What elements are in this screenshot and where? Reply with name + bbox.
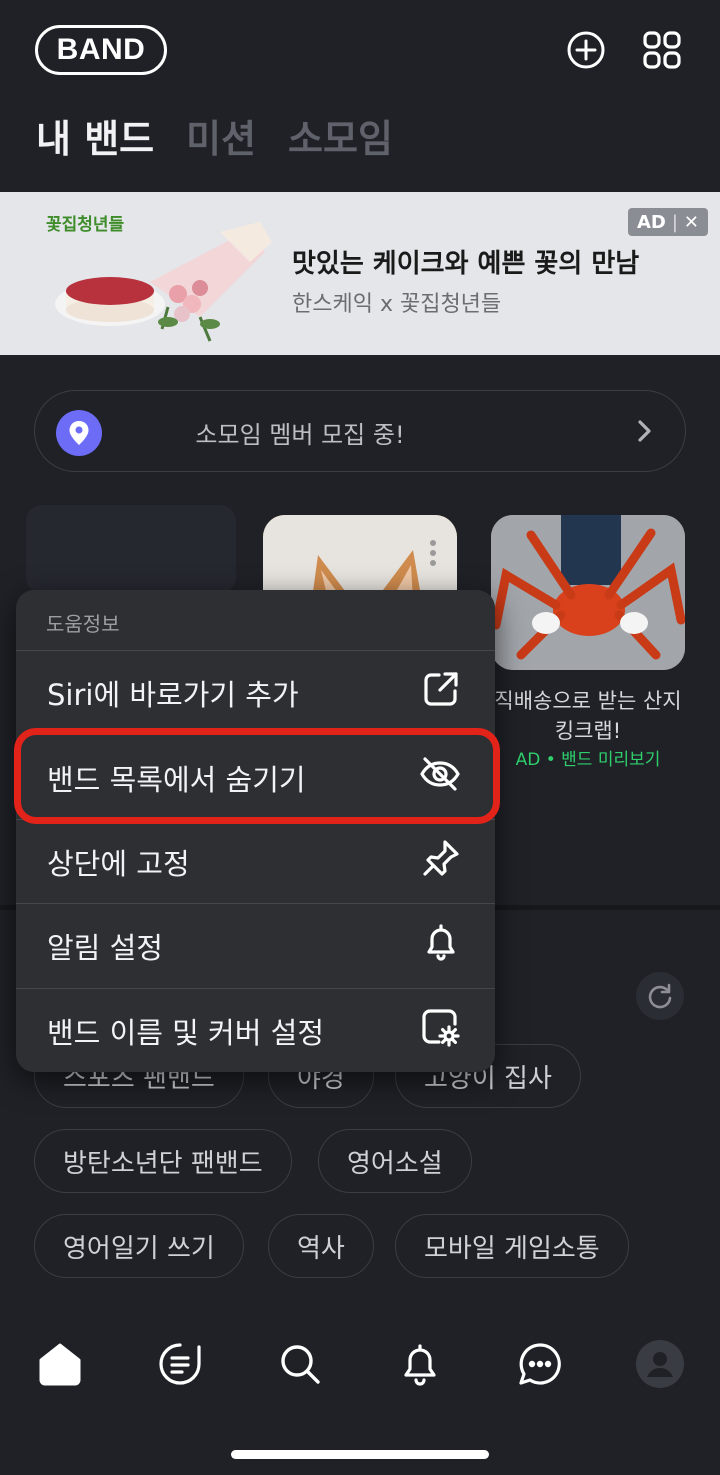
menu-item-label: 상단에 고정	[47, 846, 190, 881]
search-icon[interactable]	[274, 1338, 326, 1390]
chip-label: 영어소설	[347, 1148, 443, 1179]
chip-topic[interactable]: 영어소설	[318, 1129, 472, 1193]
context-menu-header: 도움정보	[46, 612, 120, 636]
pin-icon	[421, 838, 461, 885]
refresh-icon[interactable]	[636, 972, 684, 1020]
home-indicator	[231, 1450, 489, 1459]
tab-small-groups[interactable]: 소모임	[288, 108, 393, 163]
menu-item-name-cover-settings[interactable]: 밴드 이름 및 커버 설정	[16, 988, 495, 1072]
menu-item-label: 밴드 이름 및 커버 설정	[47, 1015, 324, 1050]
chip-topic[interactable]: 영어일기 쓰기	[34, 1214, 244, 1278]
chip-topic[interactable]: 방탄소년단 팬밴드	[34, 1129, 292, 1193]
chip-label: 방탄소년단 팬밴드	[63, 1148, 263, 1179]
chip-label: 역사	[297, 1233, 345, 1264]
settings-icon	[419, 1006, 461, 1055]
home-icon[interactable]	[34, 1338, 86, 1390]
share-icon	[421, 669, 461, 716]
chevron-right-icon	[632, 414, 656, 452]
bell-icon	[421, 922, 461, 969]
menu-item-add-siri-shortcut[interactable]: Siri에 바로가기 추가	[16, 650, 495, 734]
recruit-label: 소모임 멤버 모집 중!	[195, 421, 405, 449]
ad-cake-flower-image	[50, 222, 275, 351]
add-circle-icon[interactable]	[564, 28, 608, 72]
band-logo: BAND	[35, 25, 167, 75]
tab-missions[interactable]: 미션	[186, 108, 256, 163]
location-pin-icon	[56, 410, 102, 456]
ad-label: AD	[636, 211, 666, 233]
menu-item-notification-settings[interactable]: 알림 설정	[16, 903, 495, 987]
feed-icon[interactable]	[154, 1338, 206, 1390]
profile-avatar-icon[interactable]	[634, 1338, 686, 1390]
ad-title: 맛있는 케이크와 예쁜 꽃의 만남	[292, 249, 640, 279]
menu-item-label: Siri에 바로가기 추가	[47, 677, 299, 712]
chip-topic[interactable]: 모바일 게임소통	[395, 1214, 629, 1278]
band-card-crab[interactable]	[491, 515, 685, 670]
chip-label: 영어일기 쓰기	[63, 1233, 215, 1264]
chat-icon[interactable]	[514, 1338, 566, 1390]
chip-label: 모바일 게임소통	[424, 1233, 600, 1264]
crab-card-title: 직배송으로 받는 산지 킹크랩!	[494, 689, 682, 743]
close-icon[interactable]: ✕	[684, 212, 699, 233]
ad-close-badge[interactable]: AD | ✕	[628, 208, 708, 236]
tab-my-bands[interactable]: 내 밴드	[36, 108, 154, 163]
menu-item-label: 알림 설정	[47, 930, 163, 965]
highlight-box	[14, 728, 500, 824]
bell-icon[interactable]	[394, 1338, 446, 1390]
ad-subtitle: 한스케익 x 꽃집청년들	[292, 292, 502, 317]
band-card-placeholder[interactable]	[26, 505, 236, 593]
top-tabs: 내 밴드 미션 소모임	[36, 108, 393, 163]
menu-item-pin-to-top[interactable]: 상단에 고정	[16, 819, 495, 903]
chip-topic[interactable]: 역사	[268, 1214, 374, 1278]
crab-card-ad-label: AD • 밴드 미리보기	[515, 750, 661, 770]
grid-icon[interactable]	[640, 28, 684, 72]
